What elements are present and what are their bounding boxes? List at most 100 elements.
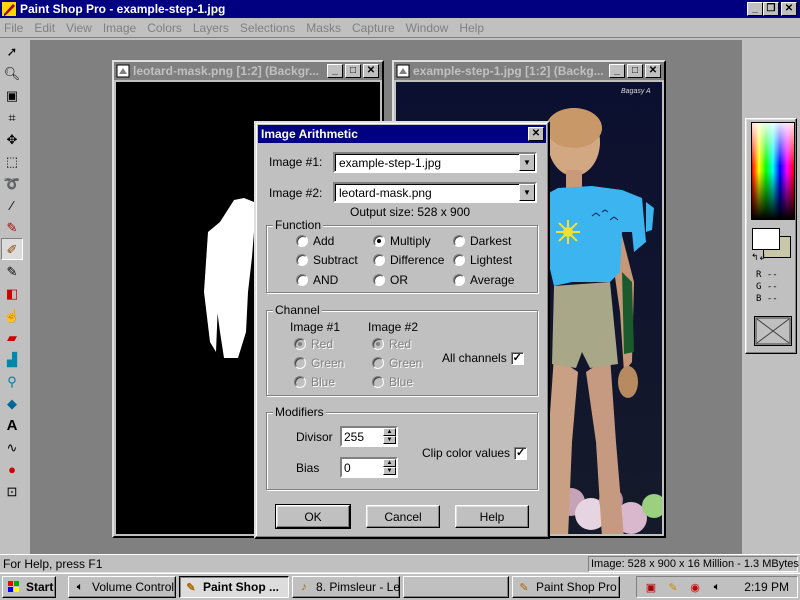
selection-icon[interactable]: ⬚ [1,150,23,172]
status-bar: For Help, press F1 Image: 528 x 900 x 16… [0,554,800,572]
maximize-button[interactable]: □ [345,64,361,78]
draw-icon[interactable]: ∿ [1,436,23,458]
menu-capture[interactable]: Capture [347,21,401,35]
radio-darkest[interactable]: Darkest [453,234,511,248]
mover-icon[interactable]: ✥ [1,128,23,150]
menu-image[interactable]: Image [98,21,142,35]
start-button[interactable]: Start [2,576,56,598]
chevron-down-icon[interactable]: ▼ [519,184,535,201]
color-spectrum[interactable] [751,122,795,220]
clip-color-values-checkbox[interactable]: Clip color values ✓ [422,446,528,460]
task-paint-shop-active[interactable]: ✎ Paint Shop ... [179,576,289,598]
spinner-arrows[interactable]: ▲ ▼ [383,459,396,476]
rgb-readout: R -- G -- B -- [756,269,778,305]
document-title-bar: example-step-1.jpg [1:2] (Backg... _ □ ✕ [394,62,664,80]
start-label: Start [26,580,54,594]
checkbox-box[interactable]: ✓ [514,446,528,460]
arrow-up-icon[interactable]: ▲ [383,459,396,467]
shapes-icon[interactable]: ● [1,458,23,480]
bias-value: 0 [344,461,351,475]
minimize-button[interactable]: _ [609,64,625,78]
menu-edit[interactable]: Edit [29,21,61,35]
speaker-icon[interactable]: 🔈︎ [709,579,725,595]
radio-label: Red [311,337,334,351]
cancel-button[interactable]: Cancel [366,505,440,528]
tray-antivirus-icon[interactable]: ◉ [687,579,703,595]
magic-wand-icon[interactable]: ⁄ [1,194,23,216]
image2-select[interactable]: leotard-mask.png ▼ [333,182,537,203]
paintbrush-icon[interactable]: ✐ [1,238,23,260]
menu-layers[interactable]: Layers [188,21,235,35]
radio-multiply[interactable]: Multiply [373,234,431,248]
ok-button[interactable]: OK [275,504,351,529]
image-arithmetic-dialog: Image Arithmetic ✕ Image #1: example-ste… [254,121,550,539]
close-button[interactable]: ✕ [645,64,661,78]
document-title: leotard-mask.png [1:2] (Backgr... [133,64,320,78]
radio-lightest[interactable]: Lightest [453,253,512,267]
flood-fill-icon[interactable]: ◆ [1,392,23,414]
picture-tube-icon[interactable]: ▟ [1,348,23,370]
close-button[interactable]: ✕ [781,2,797,16]
arrow-icon[interactable]: ➚ [1,40,23,62]
text-icon[interactable]: A [1,414,23,436]
color-replacer-icon[interactable]: ◧ [1,282,23,304]
clone-brush-icon[interactable]: ✎ [1,260,23,282]
spinner-arrows[interactable]: ▲ ▼ [383,428,396,445]
radio-label: OR [390,273,408,287]
airbrush-icon[interactable]: ⚲ [1,370,23,392]
radio-and[interactable]: AND [296,273,338,287]
arrow-down-icon[interactable]: ▼ [383,436,396,444]
dropper-icon[interactable]: ✎ [1,216,23,238]
task-empty[interactable] [403,576,509,598]
menu-view[interactable]: View [61,21,98,35]
image1-radio-green: Green [294,356,344,370]
eraser-icon[interactable]: ▰ [1,326,23,348]
document-icon [396,64,410,78]
maximize-button[interactable]: □ [627,64,643,78]
radio-dot [296,274,308,286]
tray-pen-icon[interactable]: ✎ [665,579,681,595]
checkbox-box[interactable]: ✓ [510,351,524,365]
freehand-icon[interactable]: ➰ [1,172,23,194]
radio-label: Lightest [470,253,513,267]
help-button[interactable]: Help [455,505,529,528]
radio-add[interactable]: Add [296,234,334,248]
crop-icon[interactable]: ⌗ [1,106,23,128]
menu-colors[interactable]: Colors [142,21,188,35]
dialog-close-button[interactable]: ✕ [528,127,544,141]
task-pimsleur[interactable]: ♪ 8. Pimsleur - Le... [292,576,400,598]
radio-difference[interactable]: Difference [373,253,444,267]
divisor-spinner[interactable]: 255 ▲ ▼ [340,426,398,447]
all-channels-checkbox[interactable]: All channels ✓ [442,351,524,365]
tray-app-icon[interactable]: ▣ [643,579,659,595]
style-swatch[interactable] [754,316,792,346]
task-volume-control[interactable]: 🔈︎ Volume Control [68,576,176,598]
chevron-down-icon[interactable]: ▼ [519,154,535,171]
retouch-icon[interactable]: ☝ [1,304,23,326]
swap-colors-icon[interactable]: ↰↲ [751,252,766,263]
close-button[interactable]: ✕ [363,64,379,78]
vector-object-icon[interactable]: ⊡ [1,480,23,502]
arrow-up-icon[interactable]: ▲ [383,428,396,436]
menu-help[interactable]: Help [454,21,490,35]
minimize-button[interactable]: _ [327,64,343,78]
minimize-button[interactable]: _ [747,2,763,16]
zoom-icon[interactable]: 🔍︎ [1,62,23,84]
radio-or[interactable]: OR [373,273,408,287]
task-label: Paint Shop ... [203,580,280,594]
menu-window[interactable]: Window [401,21,455,35]
arrow-down-icon[interactable]: ▼ [383,467,396,475]
menu-selections[interactable]: Selections [235,21,301,35]
radio-subtract[interactable]: Subtract [296,253,358,267]
radio-dot [372,376,384,388]
image1-select[interactable]: example-step-1.jpg ▼ [333,152,537,173]
foreground-color-swatch[interactable] [752,228,780,250]
radio-label: Blue [311,375,336,389]
menu-masks[interactable]: Masks [301,21,347,35]
menu-file[interactable]: File [0,21,29,35]
bias-spinner[interactable]: 0 ▲ ▼ [340,457,398,478]
radio-average[interactable]: Average [453,273,514,287]
deformation-icon[interactable]: ▣ [1,84,23,106]
task-paint-shop-pro[interactable]: ✎ Paint Shop Pro [512,576,620,598]
restore-button[interactable]: ❐ [763,2,779,16]
